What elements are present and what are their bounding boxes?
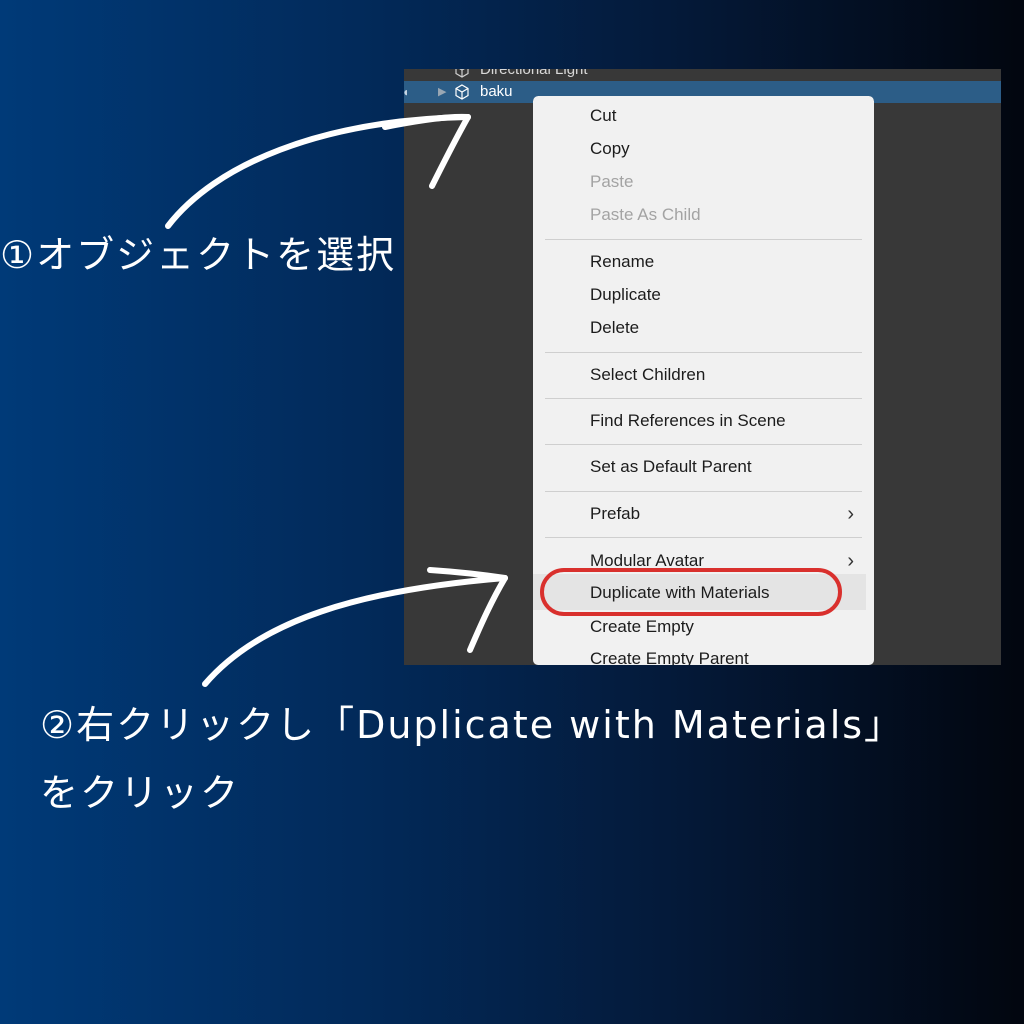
annotation-arrows — [165, 113, 508, 687]
step-2-caption-line-2: をクリック — [40, 771, 241, 815]
arrow-2-shaft — [202, 575, 508, 687]
step-2-caption-line-1: ②右クリックし「Duplicate with Materials」 — [40, 703, 905, 747]
step-1-caption: ①オブジェクトを選択 — [0, 233, 397, 277]
arrow-1-head-top — [382, 113, 471, 130]
arrow-2-head-top — [427, 567, 508, 581]
arrow-1-shaft — [165, 114, 471, 229]
arrow-2-head-bottom — [467, 575, 508, 653]
arrow-1-head-bottom — [429, 114, 471, 189]
